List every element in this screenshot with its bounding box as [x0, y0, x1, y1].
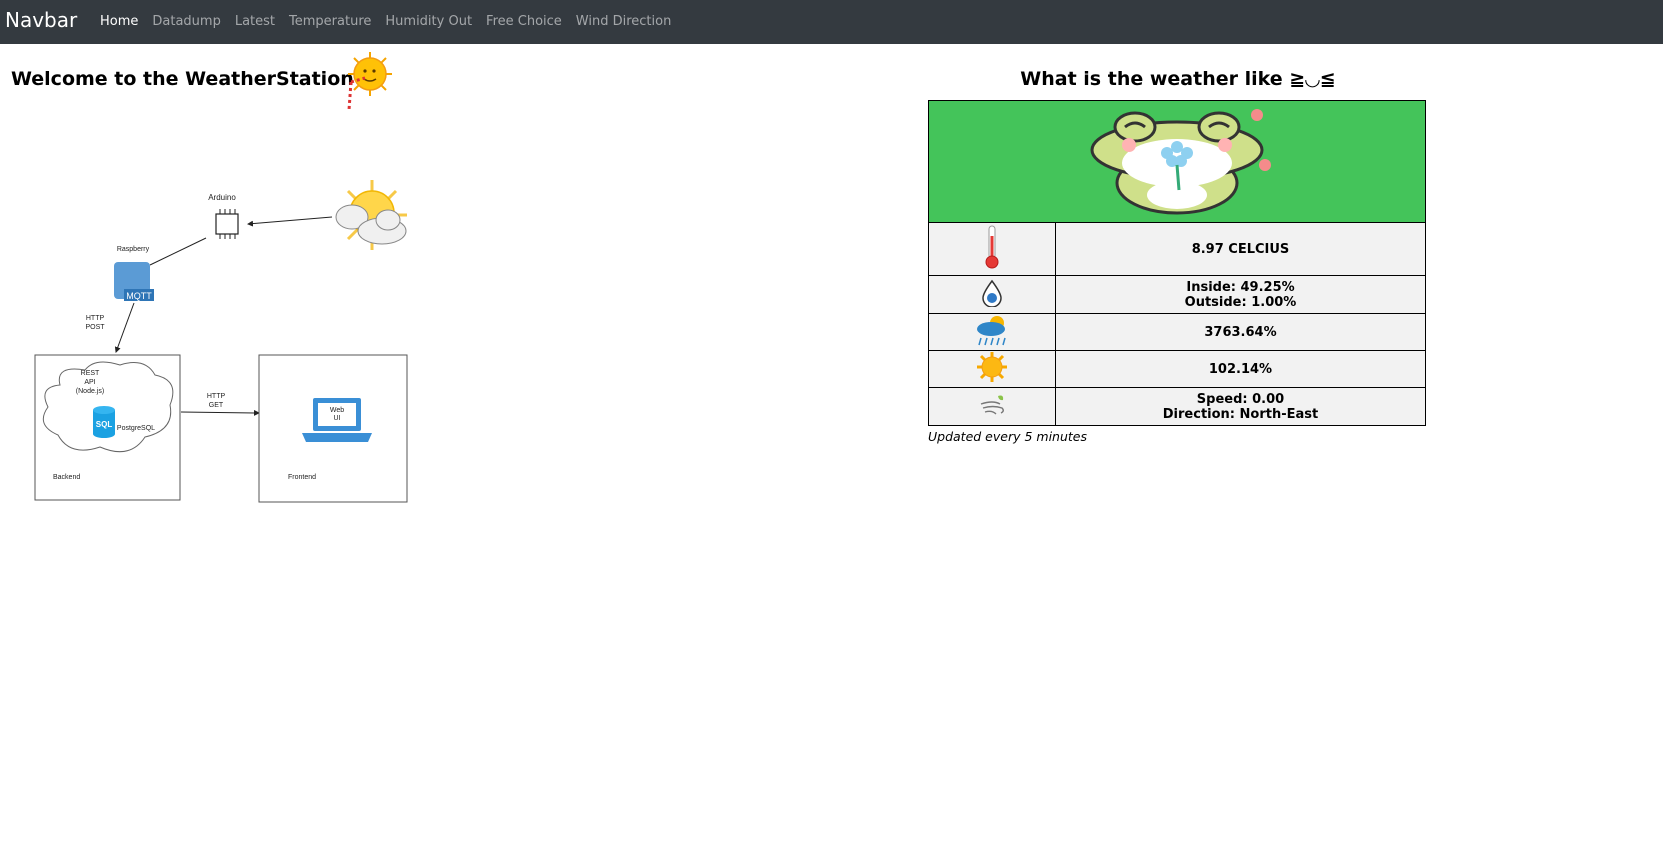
label-arduino: Arduino — [208, 193, 236, 202]
sun-cloud-icon — [335, 180, 407, 250]
wind-cell: Speed: 0.00 Direction: North-East — [1055, 387, 1426, 426]
label-postgres: PostgreSQL — [117, 425, 155, 432]
page-title: Welcome to the WeatherStation — [11, 68, 354, 90]
label-http-post-1: HTTP — [86, 315, 105, 322]
sun-drinking-icon — [347, 52, 392, 111]
label-webui-1: Web — [330, 407, 344, 414]
label-rest-3: (Node.js) — [76, 388, 104, 395]
label-raspberry: Raspberry — [117, 246, 150, 253]
nav-link-latest[interactable]: Latest — [228, 14, 282, 29]
rain-value: 3763.64% — [1055, 313, 1426, 351]
wind-direction: Direction: North-East — [1162, 406, 1319, 422]
sun-value: 102.14% — [1055, 350, 1426, 388]
label-webui-2: UI — [334, 415, 341, 422]
label-http-post-2: POST — [85, 324, 105, 331]
nav-link-home[interactable]: Home — [93, 14, 145, 29]
wind-icon — [980, 395, 1004, 415]
label-rest-2: API — [84, 379, 95, 386]
rain-cloud-icon — [977, 316, 1006, 346]
humidity-outside: Outside: 1.00% — [1184, 294, 1297, 310]
chip-icon — [215, 209, 239, 239]
frog-illustration — [1090, 108, 1271, 214]
label-http-get-1: HTTP — [207, 393, 226, 400]
nav-link-humidity-out[interactable]: Humidity Out — [378, 14, 479, 29]
navbar-brand[interactable]: Navbar — [5, 8, 77, 32]
thermometer-icon — [985, 225, 999, 269]
nav-link-wind-direction[interactable]: Wind Direction — [569, 14, 679, 29]
label-rest-1: REST — [81, 370, 100, 377]
label-http-get-2: GET — [209, 402, 224, 409]
humidity-inside: Inside: 49.25% — [1186, 279, 1295, 295]
weather-heading: What is the weather like ≧◡≦ — [1020, 68, 1336, 90]
sun-icon — [977, 352, 1007, 382]
temperature-icon-cell — [928, 222, 1056, 276]
weather-table: 8.97 CELCIUS Inside: 49.25% Outside: 1.0… — [928, 100, 1426, 426]
update-note: Updated every 5 minutes — [928, 429, 1087, 444]
nav-links: Home Datadump Latest Temperature Humidit… — [93, 14, 678, 29]
nav-link-datadump[interactable]: Datadump — [145, 14, 227, 29]
humidity-icon-cell — [928, 275, 1056, 314]
label-frontend: Frontend — [288, 474, 316, 481]
water-drop-icon — [982, 279, 1002, 308]
label-backend: Backend — [53, 474, 80, 481]
temperature-value: 8.97 CELCIUS — [1055, 222, 1426, 276]
architecture-diagram: Arduino Raspberry MQTT HTTP POST REST AP… — [34, 180, 408, 503]
wind-icon-cell — [928, 387, 1056, 426]
wind-speed: Speed: 0.00 — [1196, 391, 1285, 407]
nav-link-free-choice[interactable]: Free Choice — [479, 14, 569, 29]
sun-icon-cell — [928, 350, 1056, 388]
humidity-cell: Inside: 49.25% Outside: 1.00% — [1055, 275, 1426, 314]
rain-icon-cell — [928, 313, 1056, 351]
navbar: Navbar Home Datadump Latest Temperature … — [0, 0, 1663, 44]
frog-banner — [928, 100, 1426, 223]
label-sql: SQL — [96, 420, 113, 429]
nav-link-temperature[interactable]: Temperature — [282, 14, 378, 29]
label-mqtt: MQTT — [126, 291, 152, 301]
